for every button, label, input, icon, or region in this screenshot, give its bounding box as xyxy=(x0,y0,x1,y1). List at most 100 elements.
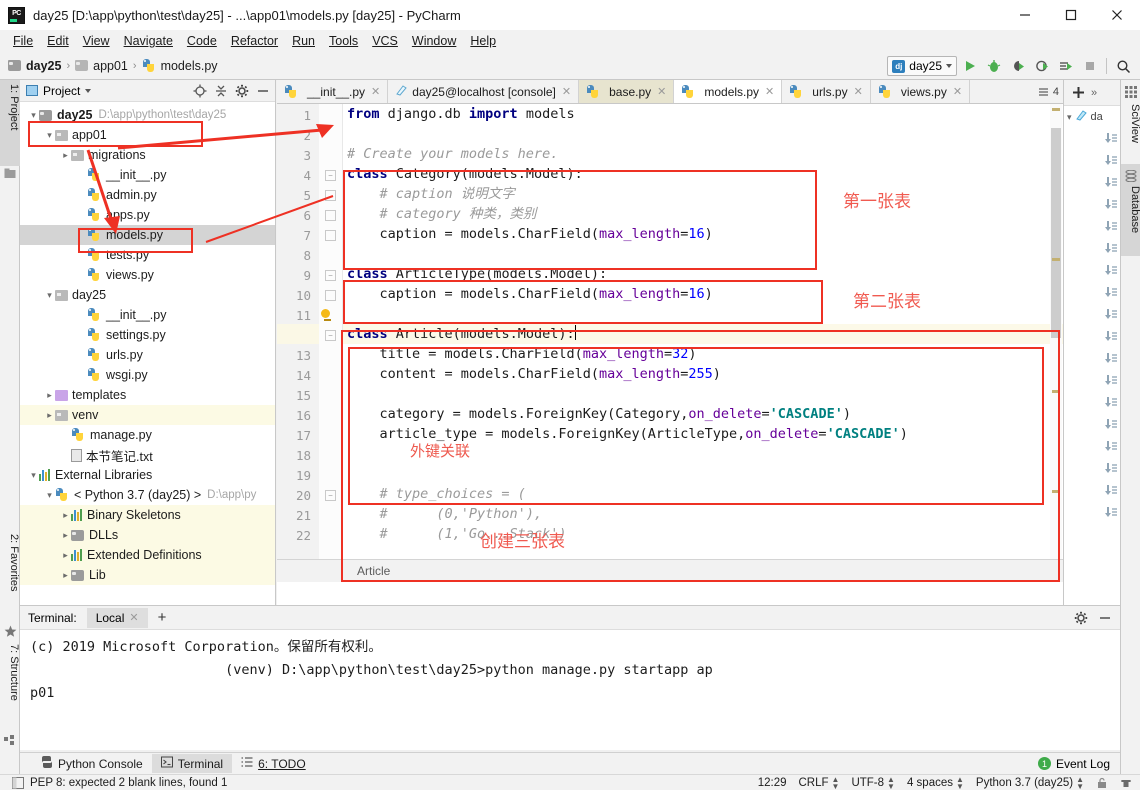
tab-python-console[interactable]: Python Console xyxy=(32,754,152,773)
tree-item-manage-py[interactable]: manage.py xyxy=(20,425,275,445)
tree-item-dlls[interactable]: ▸ DLLs xyxy=(20,525,275,545)
chevron-right-icon[interactable]: ▸ xyxy=(44,390,55,401)
editor-tab-init-py[interactable]: __init__.py ✕ xyxy=(277,80,389,103)
add-icon[interactable] xyxy=(1069,84,1087,102)
tree-item-wsgi-py[interactable]: wsgi.py xyxy=(20,365,275,385)
gear-icon[interactable] xyxy=(1072,609,1090,627)
close-icon[interactable]: ✕ xyxy=(562,85,571,98)
tree-item-venv[interactable]: ▸ venv xyxy=(20,405,275,425)
tree-item-urls-py[interactable]: urls.py xyxy=(20,345,275,365)
database-list-item[interactable] xyxy=(1064,414,1120,436)
menu-edit[interactable]: Edit xyxy=(40,32,76,50)
database-list-item[interactable] xyxy=(1064,172,1120,194)
chevron-down-icon[interactable]: ▾ xyxy=(44,290,55,301)
tree-item-txt[interactable]: 本节笔记.txt xyxy=(20,445,275,465)
menu-refactor[interactable]: Refactor xyxy=(224,32,285,50)
menu-navigate[interactable]: Navigate xyxy=(117,32,180,50)
project-panel-title-group[interactable]: Project xyxy=(26,84,92,98)
close-icon[interactable]: ✕ xyxy=(129,611,138,624)
chevron-down-icon[interactable]: ▾ xyxy=(28,110,39,121)
right-tab-sciview[interactable]: SciView xyxy=(1121,100,1140,160)
code-fold-marker[interactable] xyxy=(325,190,336,201)
database-list-item[interactable] xyxy=(1064,436,1120,458)
gear-icon[interactable] xyxy=(233,82,251,100)
new-terminal-button[interactable]: + xyxy=(148,609,177,626)
more-options-icon[interactable]: » xyxy=(1091,87,1097,99)
code-editor[interactable]: 12345678910111213141516171819202122 −−−−… xyxy=(277,104,1063,582)
tree-item-extended-definitions[interactable]: ▸ Extended Definitions xyxy=(20,545,275,565)
menu-tools[interactable]: Tools xyxy=(322,32,365,50)
code-fold-marker[interactable] xyxy=(325,290,336,301)
breadcrumb-models-py[interactable]: models.py xyxy=(161,59,218,73)
chevron-down-icon[interactable]: ▾ xyxy=(44,130,55,141)
database-list-item[interactable] xyxy=(1064,502,1120,524)
hide-panel-icon[interactable] xyxy=(1096,609,1114,627)
menu-help[interactable]: Help xyxy=(463,32,503,50)
sidebar-item-structure[interactable]: 7: Structure xyxy=(0,640,20,732)
collapse-all-icon[interactable] xyxy=(212,82,230,100)
terminal-output[interactable]: (c) 2019 Microsoft Corporation。保留所有权利。 (… xyxy=(20,630,1120,750)
fold-gutter[interactable]: − − − − xyxy=(319,104,343,582)
database-list-item[interactable] xyxy=(1064,216,1120,238)
editor-tab-urls-py[interactable]: urls.py ✕ xyxy=(782,80,871,103)
menu-vcs[interactable]: VCS xyxy=(365,32,405,50)
minimize-button[interactable] xyxy=(1002,0,1048,30)
stop-button[interactable] xyxy=(1079,55,1101,77)
scrollbar-thumb[interactable] xyxy=(1051,128,1061,338)
database-list-item[interactable] xyxy=(1064,326,1120,348)
menu-run[interactable]: Run xyxy=(285,32,322,50)
tree-item-init-py[interactable]: __init__.py xyxy=(20,305,275,325)
tree-item-migrations[interactable]: ▸ migrations xyxy=(20,145,275,165)
code-line[interactable]: caption = models.CharField(max_length=16… xyxy=(343,284,1063,304)
code-content[interactable]: from django.db import models # Create you… xyxy=(343,104,1063,582)
menu-window[interactable]: Window xyxy=(405,32,463,50)
editor-tab-views-py[interactable]: views.py ✕ xyxy=(870,80,971,103)
database-list-item[interactable] xyxy=(1064,392,1120,414)
code-line[interactable] xyxy=(343,464,1063,484)
chevron-right-icon[interactable]: ▸ xyxy=(60,510,71,521)
run-configuration-selector[interactable]: dj day25 xyxy=(887,56,957,76)
editor-breadcrumb-article[interactable]: Article xyxy=(357,564,390,578)
hide-panel-icon[interactable] xyxy=(254,82,272,100)
code-fold-marker[interactable]: − xyxy=(325,170,336,181)
profile-button[interactable] xyxy=(1031,55,1053,77)
database-list-item[interactable] xyxy=(1064,458,1120,480)
chevron-right-icon[interactable]: ▸ xyxy=(60,530,71,541)
search-everywhere-icon[interactable] xyxy=(1112,55,1134,77)
code-line[interactable]: # Create your models here. xyxy=(343,144,1063,164)
chevron-down-icon[interactable] xyxy=(85,88,92,93)
maximize-button[interactable] xyxy=(1048,0,1094,30)
tree-item-external-libraries[interactable]: ▾ External Libraries xyxy=(20,465,275,485)
editor-tab-day25-localhost-console[interactable]: day25@localhost [console] ✕ xyxy=(388,80,580,103)
database-list-item[interactable] xyxy=(1064,194,1120,216)
chevron-down-icon[interactable]: ▾ xyxy=(44,490,55,501)
editor-tab-models-py[interactable]: models.py ✕ xyxy=(674,80,783,103)
code-fold-marker[interactable]: − xyxy=(325,330,336,341)
menu-file[interactable]: File xyxy=(6,32,40,50)
breadcrumb-app01[interactable]: app01 xyxy=(93,59,128,73)
run-button[interactable] xyxy=(959,55,981,77)
editor-tab-base-py[interactable]: base.py ✕ xyxy=(579,80,675,103)
database-list-item[interactable] xyxy=(1064,128,1120,150)
code-line[interactable]: caption = models.CharField(max_length=16… xyxy=(343,224,1063,244)
database-list-item[interactable] xyxy=(1064,150,1120,172)
run-with-console-button[interactable] xyxy=(1055,55,1077,77)
code-line[interactable]: title = models.CharField(max_length=32) xyxy=(343,344,1063,364)
close-icon[interactable]: ✕ xyxy=(371,85,380,98)
tab-terminal[interactable]: Terminal xyxy=(151,754,233,773)
tree-item-settings-py[interactable]: settings.py xyxy=(20,325,275,345)
interpreter-indicator[interactable]: Python 3.7 (day25) ▲ ▼ xyxy=(976,775,1084,790)
code-fold-marker[interactable] xyxy=(325,230,336,241)
code-line[interactable] xyxy=(343,244,1063,264)
chevron-down-icon[interactable]: ▾ xyxy=(28,470,39,481)
database-list-item[interactable] xyxy=(1064,238,1120,260)
lock-icon[interactable] xyxy=(1096,777,1108,789)
caret-position[interactable]: 12:29 xyxy=(758,777,787,789)
tree-item-app01[interactable]: ▾ app01 xyxy=(20,125,275,145)
database-list-item[interactable] xyxy=(1064,348,1120,370)
menu-view[interactable]: View xyxy=(76,32,117,50)
database-node-row[interactable]: ▾ da xyxy=(1064,106,1120,128)
tree-item-admin-py[interactable]: admin.py xyxy=(20,185,275,205)
code-line[interactable]: # type_choices = ( xyxy=(343,484,1063,504)
code-line[interactable] xyxy=(343,124,1063,144)
